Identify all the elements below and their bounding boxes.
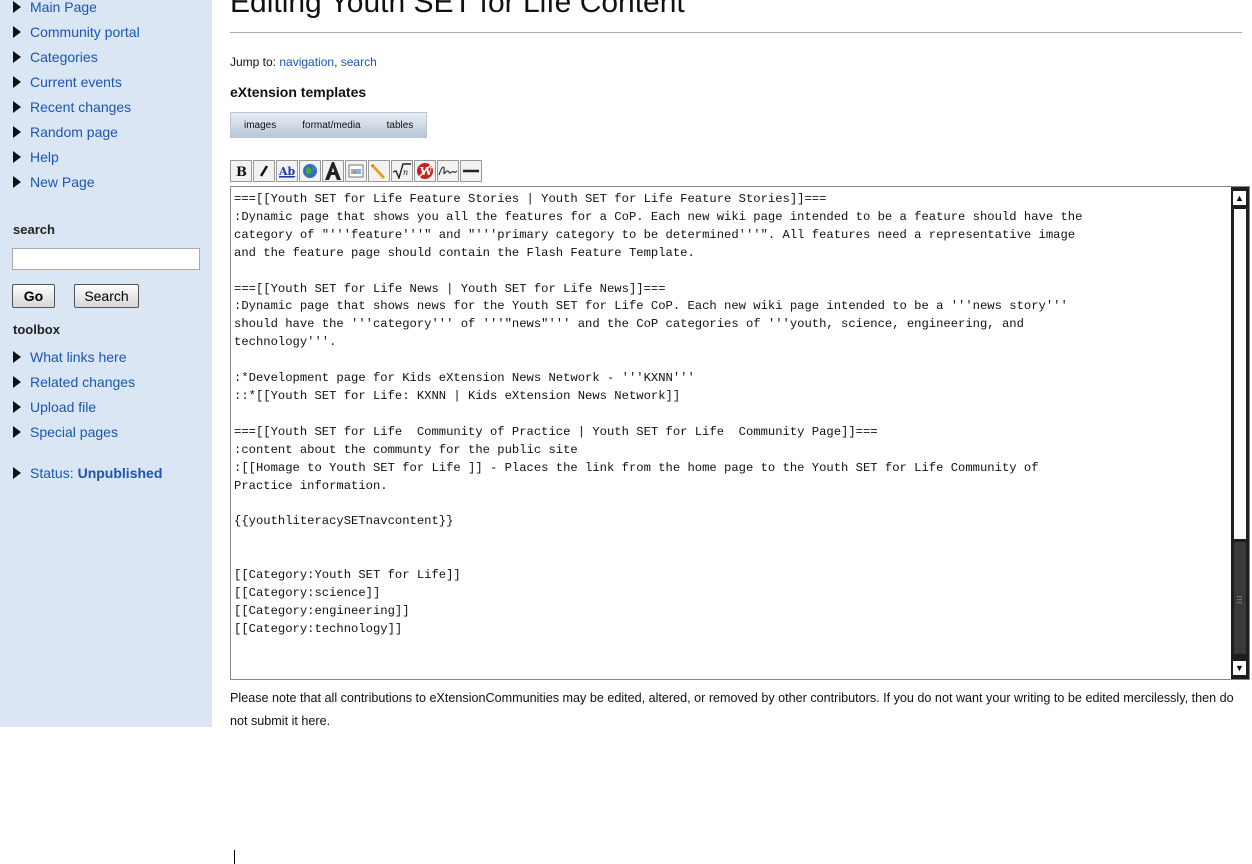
- sidebar: Main Page Community portal Categories Cu…: [0, 0, 212, 727]
- svg-text:B: B: [236, 165, 247, 178]
- sidebar-item-random-page[interactable]: Random page: [0, 119, 140, 144]
- sidebar-item-new-page[interactable]: New Page: [0, 169, 140, 194]
- svg-text:n: n: [403, 168, 408, 177]
- edit-toolbar: B Ab n W: [230, 160, 482, 184]
- status-value[interactable]: Unpublished: [78, 465, 163, 481]
- bullet-triangle-icon: [13, 25, 21, 38]
- svg-text:Ab: Ab: [278, 165, 296, 178]
- toolbox-item-what-links-here[interactable]: What links here: [0, 344, 135, 369]
- template-tabs: images format/media tables: [230, 112, 428, 138]
- templates-heading: eXtension templates: [230, 84, 367, 100]
- main-content: Editing Youth SET for Life Content Jump …: [230, 0, 1252, 864]
- headline-icon[interactable]: [322, 160, 344, 182]
- bullet-triangle-icon: [13, 50, 21, 63]
- search-button[interactable]: Search: [74, 284, 139, 308]
- toolbox-item-related-changes[interactable]: Related changes: [0, 369, 135, 394]
- sidebar-item-recent-changes[interactable]: Recent changes: [0, 94, 140, 119]
- sidebar-item-community-portal[interactable]: Community portal: [0, 19, 140, 44]
- jump-separator: ,: [334, 55, 341, 69]
- page-title: Editing Youth SET for Life Content: [230, 0, 685, 19]
- bullet-triangle-icon: [13, 100, 21, 113]
- toolbox-heading: toolbox: [13, 322, 60, 337]
- svg-text:W: W: [419, 165, 433, 178]
- bullet-triangle-icon: [13, 125, 21, 138]
- nowiki-icon[interactable]: W: [414, 160, 436, 182]
- edit-textarea[interactable]: ===[[Youth SET for Life Feature Stories …: [230, 186, 1250, 864]
- text-caret: [234, 850, 235, 864]
- bullet-triangle-icon: [13, 375, 21, 388]
- horizontal-line-icon[interactable]: [460, 160, 482, 182]
- bold-icon[interactable]: B: [230, 160, 252, 182]
- jump-to-bar: Jump to: navigation, search: [230, 55, 377, 69]
- go-button[interactable]: Go: [12, 284, 55, 308]
- embedded-image-icon[interactable]: [345, 160, 367, 182]
- tab-tables[interactable]: tables: [374, 113, 427, 137]
- tab-images[interactable]: images: [231, 113, 289, 137]
- bullet-triangle-icon: [13, 466, 21, 479]
- bullet-triangle-icon: [13, 75, 21, 88]
- sidebar-item-categories[interactable]: Categories: [0, 44, 140, 69]
- status-label: Status:: [30, 464, 74, 481]
- title-divider: [230, 32, 1242, 33]
- toolbox-item-special-pages[interactable]: Special pages: [0, 419, 135, 444]
- bullet-triangle-icon: [13, 350, 21, 363]
- jump-to-label: Jump to:: [230, 55, 280, 69]
- math-formula-icon[interactable]: n: [391, 160, 413, 182]
- toolbox-list: What links here Related changes Upload f…: [0, 344, 135, 444]
- scroll-down-arrow-icon[interactable]: ▼: [1233, 661, 1246, 675]
- italic-icon[interactable]: [253, 160, 275, 182]
- bullet-triangle-icon: [13, 400, 21, 413]
- external-link-icon[interactable]: [299, 160, 321, 182]
- bullet-triangle-icon: [13, 175, 21, 188]
- scroll-up-arrow-icon[interactable]: ▲: [1233, 191, 1246, 205]
- bullet-triangle-icon: [13, 425, 21, 438]
- bullet-triangle-icon: [13, 0, 21, 13]
- scrollbar-grip-icon: – – –: [1237, 591, 1243, 607]
- internal-link-icon[interactable]: Ab: [276, 160, 298, 182]
- sidebar-item-main-page[interactable]: Main Page: [0, 0, 140, 19]
- contribution-notice: Please note that all contributions to eX…: [230, 691, 1234, 728]
- media-link-icon[interactable]: [368, 160, 390, 182]
- sidebar-item-help[interactable]: Help: [0, 144, 140, 169]
- tab-format-media[interactable]: format/media: [289, 113, 373, 137]
- search-heading: search: [13, 222, 55, 237]
- search-input[interactable]: [12, 248, 200, 270]
- status-item: Status: Unpublished: [0, 460, 162, 485]
- editor-scrollbar[interactable]: ▲ – – – ▼: [1231, 187, 1249, 679]
- jump-search-link[interactable]: search: [341, 55, 377, 69]
- signature-icon[interactable]: [437, 160, 459, 182]
- toolbox-item-upload-file[interactable]: Upload file: [0, 394, 135, 419]
- jump-navigation-link[interactable]: navigation: [279, 55, 334, 69]
- navigation-list: Main Page Community portal Categories Cu…: [0, 0, 140, 194]
- edit-textarea-content[interactable]: ===[[Youth SET for Life Feature Stories …: [234, 191, 1224, 639]
- sidebar-item-current-events[interactable]: Current events: [0, 69, 140, 94]
- scrollbar-track[interactable]: [1234, 209, 1246, 539]
- bullet-triangle-icon: [13, 150, 21, 163]
